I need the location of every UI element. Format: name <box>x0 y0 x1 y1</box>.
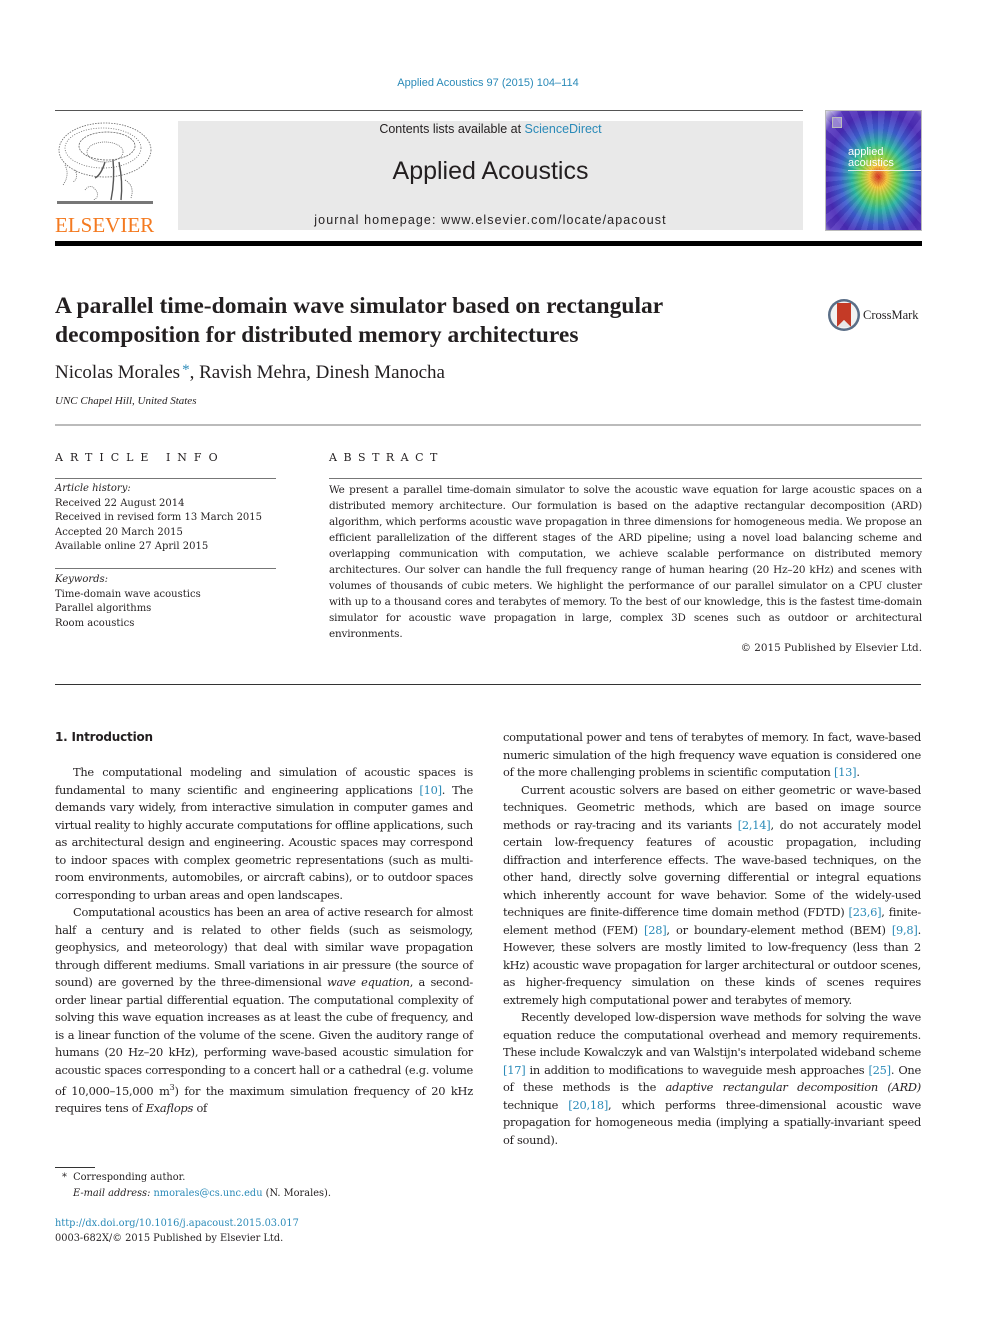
issn-copyright: 0003-682X/© 2015 Published by Elsevier L… <box>55 1233 284 1244</box>
emphasis: adaptive rectangular decomposition (ARD) <box>665 1080 922 1094</box>
article-info-heading: ARTICLE INFO <box>55 451 225 464</box>
citation-link[interactable]: [13] <box>834 765 857 779</box>
header-thick-rule <box>55 241 922 246</box>
cover-title-line2: acoustics <box>848 157 894 169</box>
keyword-item: Parallel algorithms <box>55 603 152 615</box>
keywords-heading: Keywords: <box>55 574 109 585</box>
citation-link[interactable]: [20,18] <box>568 1098 608 1112</box>
footnote-mark: * <box>62 1172 67 1183</box>
crossmark-label: CrossMark <box>863 307 919 322</box>
email-suffix: (N. Morales). <box>262 1188 331 1199</box>
abstract-rule <box>329 478 922 479</box>
header-rule <box>55 110 803 111</box>
journal-homepage[interactable]: journal homepage: www.elsevier.com/locat… <box>178 213 803 227</box>
email-link[interactable]: nmorales@cs.unc.edu <box>154 1188 263 1199</box>
keywords: Keywords: Time-domain wave acoustics Par… <box>55 573 280 631</box>
cover-title: applied acoustics <box>848 147 894 169</box>
crossmark-icon <box>828 299 860 331</box>
history-item: Received in revised form 13 March 2015 <box>55 512 263 524</box>
cover-rule <box>848 170 921 171</box>
article-title: A parallel time-domain wave simulator ba… <box>55 292 775 350</box>
article-title-line2: decomposition for distributed memory arc… <box>55 322 579 348</box>
paragraph: The computational modeling and simulatio… <box>55 764 473 904</box>
article-history: Article history: Received 22 August 2014… <box>55 482 280 555</box>
author-name[interactable]: Nicolas Morales <box>55 362 180 383</box>
text-run: . <box>856 765 860 779</box>
journal-title: Applied Acoustics <box>392 157 589 185</box>
paragraph: Recently developed low-dispersion wave m… <box>503 1009 921 1149</box>
co-authors: , Ravish Mehra, Dinesh Manocha <box>189 362 445 383</box>
text-run: in addition to modifications to waveguid… <box>525 1062 869 1077</box>
crossmark-button[interactable]: CrossMark <box>827 297 927 333</box>
body-column-left: The computational modeling and simulatio… <box>55 764 473 1118</box>
citation-link[interactable]: [23,6] <box>849 905 882 919</box>
text-run: The computational modeling and simulatio… <box>55 765 473 797</box>
elsevier-tree-icon <box>55 120 155 208</box>
affiliation: UNC Chapel Hill, United States <box>55 395 197 407</box>
citation-link[interactable]: [28] <box>644 923 667 937</box>
history-item: Accepted 20 March 2015 <box>55 526 183 538</box>
history-item: Received 22 August 2014 <box>55 497 185 509</box>
journal-cover-image[interactable]: applied acoustics <box>825 110 922 231</box>
emphasis: wave equation <box>326 975 410 989</box>
abstract-heading: ABSTRACT <box>329 451 444 464</box>
text-run: , a second-order linear partial differen… <box>55 975 473 1098</box>
body-column-right: computational power and tens of terabyte… <box>503 729 921 1149</box>
text-run: Recently developed low-dispersion wave m… <box>503 1010 921 1059</box>
author-list: Nicolas Morales *, Ravish Mehra, Dinesh M… <box>55 362 445 384</box>
abstract-text: We present a parallel time-domain simula… <box>329 484 922 640</box>
keywords-rule <box>55 568 276 569</box>
footnote-corresponding: * Corresponding author. <box>62 1170 185 1185</box>
abstract-copyright: © 2015 Published by Elsevier Ltd. <box>740 642 922 654</box>
paragraph: Computational acoustics has been an area… <box>55 904 473 1118</box>
text-run: , do not accurately model certain low-fr… <box>503 817 921 920</box>
contents-line: Contents lists available at ScienceDirec… <box>178 121 803 137</box>
article-history-heading: Article history: <box>55 483 131 494</box>
doi-link[interactable]: http://dx.doi.org/10.1016/j.apacoust.201… <box>55 1218 299 1229</box>
elsevier-wordmark: ELSEVIER <box>55 213 155 237</box>
footnote-rule <box>55 1167 95 1168</box>
section-heading-introduction: 1. Introduction <box>55 730 153 744</box>
cover-elsevier-badge <box>832 117 842 128</box>
footnote-email: E-mail address: nmorales@cs.unc.edu (N. … <box>73 1186 331 1201</box>
citation-link[interactable]: [25] <box>868 1063 891 1077</box>
keyword-item: Room acoustics <box>55 617 135 629</box>
citation-link[interactable]: [2,14] <box>738 818 771 832</box>
citation-link[interactable]: [17] <box>503 1063 526 1077</box>
corresponding-author-mark[interactable]: * <box>182 362 190 378</box>
elsevier-logo[interactable]: ELSEVIER <box>55 120 155 236</box>
article-info-rule <box>55 478 276 479</box>
abstract-bottom-rule <box>55 684 921 685</box>
text-run: . The demands vary widely, from interact… <box>55 782 473 902</box>
email-label: E-mail address: <box>73 1188 154 1199</box>
section-divider <box>55 424 921 426</box>
doi-link-wrapper: http://dx.doi.org/10.1016/j.apacoust.201… <box>55 1216 299 1231</box>
journal-masthead: Contents lists available at ScienceDirec… <box>178 121 803 230</box>
paragraph: Current acoustic solvers are based on ei… <box>503 782 921 1010</box>
paragraph: computational power and tens of terabyte… <box>503 729 921 782</box>
journal-reference-link[interactable]: Applied Acoustics 97 (2015) 104–114 <box>0 77 976 89</box>
text-run: of <box>193 1101 208 1116</box>
sciencedirect-link[interactable]: ScienceDirect <box>525 122 602 136</box>
citation-link[interactable]: [10] <box>419 783 442 797</box>
keyword-item: Time-domain wave acoustics <box>55 588 201 600</box>
emphasis: Exaflops <box>145 1101 194 1116</box>
history-item: Available online 27 April 2015 <box>55 541 209 553</box>
article-title-line1: A parallel time-domain wave simulator ba… <box>55 293 664 319</box>
text-run: technique <box>503 1097 569 1112</box>
contents-prefix: Contents lists available at <box>379 122 525 136</box>
text-run: , or boundary-element method (BEM) <box>666 922 892 937</box>
citation-link[interactable]: [9,8] <box>892 923 918 937</box>
footnote-text: Corresponding author. <box>73 1172 186 1183</box>
